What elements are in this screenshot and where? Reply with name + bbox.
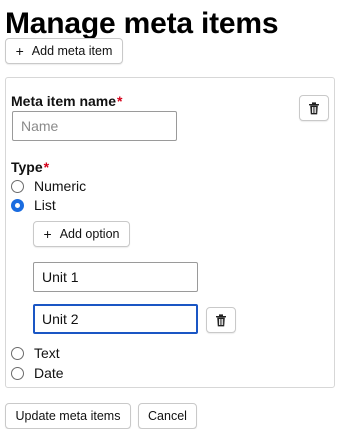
required-marker: * (43, 159, 50, 175)
option-input-1[interactable] (33, 262, 198, 292)
type-option-label: Date (34, 365, 64, 381)
add-meta-item-label: Add meta item (31, 44, 113, 58)
type-option-text[interactable]: Text (11, 344, 60, 362)
meta-item-name-label: Meta item name* (11, 93, 123, 109)
type-option-date[interactable]: Date (11, 364, 64, 382)
radio-date[interactable] (11, 366, 24, 380)
meta-item-name-label-text: Meta item name (11, 93, 117, 109)
trash-icon (308, 101, 320, 115)
add-meta-item-button[interactable]: + Add meta item (5, 38, 123, 64)
type-option-label: List (34, 197, 56, 213)
page-title: Manage meta items (5, 7, 279, 40)
radio-list[interactable] (11, 198, 24, 212)
add-option-label: Add option (59, 227, 120, 241)
type-option-label: Text (34, 345, 60, 361)
delete-option-button[interactable] (206, 307, 236, 333)
plus-icon: + (43, 226, 52, 242)
type-label-text: Type (11, 159, 43, 175)
trash-icon (215, 313, 227, 327)
update-meta-items-button[interactable]: Update meta items (5, 403, 131, 429)
type-option-label: Numeric (34, 178, 87, 194)
required-marker: * (117, 93, 123, 109)
plus-icon: + (15, 43, 24, 59)
radio-numeric[interactable] (11, 179, 24, 193)
meta-item-panel: Meta item name* Type* Numeric List + Add… (5, 77, 335, 388)
radio-text[interactable] (11, 346, 24, 360)
meta-item-name-input[interactable] (12, 111, 177, 141)
type-label: Type* (11, 159, 49, 175)
cancel-button[interactable]: Cancel (138, 403, 197, 429)
type-option-list[interactable]: List (11, 196, 56, 214)
type-option-numeric[interactable]: Numeric (11, 177, 86, 195)
add-option-button[interactable]: + Add option (33, 221, 130, 247)
delete-meta-item-button[interactable] (299, 95, 329, 121)
option-input-2[interactable] (33, 304, 198, 334)
